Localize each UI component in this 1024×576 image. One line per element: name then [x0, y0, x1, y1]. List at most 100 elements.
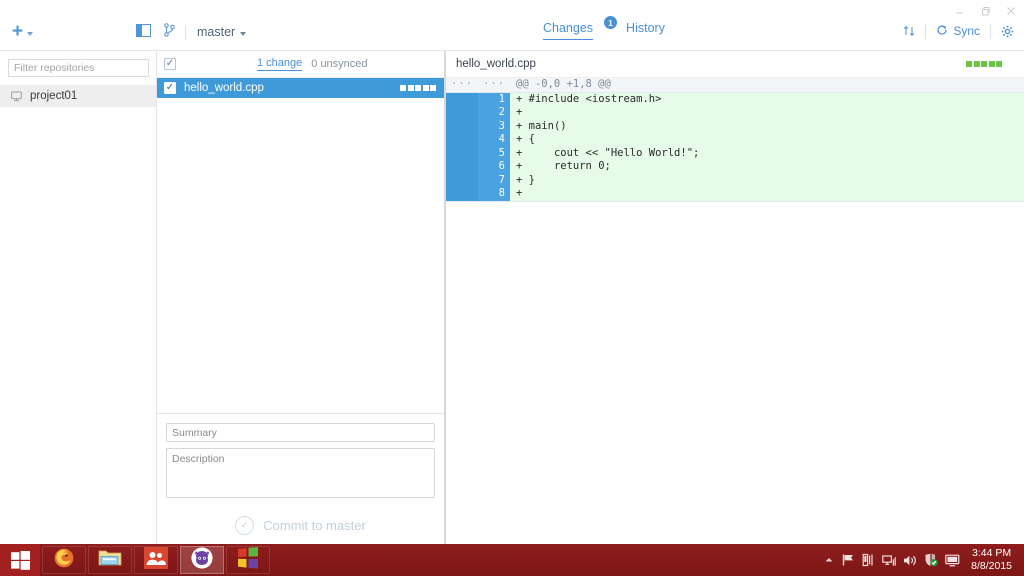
changes-count-label[interactable]: 1 change [257, 57, 303, 71]
taskbar-item-github-desktop[interactable] [180, 546, 224, 574]
new-line-number: 6 [478, 160, 510, 174]
diff-line: 4 + { [446, 133, 1024, 147]
tab-changes-label: Changes [543, 21, 594, 35]
security-shield-icon[interactable] [924, 553, 938, 567]
tab-changes[interactable]: Changes [543, 21, 594, 40]
changes-count-badge: 1 [604, 16, 618, 29]
old-line-number [446, 92, 478, 106]
tab-history[interactable]: History [626, 21, 665, 39]
sync-button[interactable]: Sync [936, 24, 980, 39]
diff-line: 5 + cout << "Hello World!"; [446, 146, 1024, 160]
new-line-number: 8 [478, 187, 510, 201]
new-line-number: 5 [478, 146, 510, 160]
select-all-checkbox[interactable]: ✓ [164, 58, 176, 70]
clock-date: 8/8/2015 [971, 560, 1012, 572]
diff-additions-indicator [966, 61, 1002, 67]
branch-name-label: master [197, 25, 236, 39]
taskbar-item-windows-store[interactable] [226, 546, 270, 574]
taskbar-item-firefox[interactable] [42, 546, 86, 574]
windows-start-icon[interactable] [0, 544, 40, 576]
changed-file-row[interactable]: ✓ hello_world.cpp [157, 78, 444, 98]
commit-description-input[interactable] [166, 448, 435, 498]
diff-line: 2 + [446, 106, 1024, 120]
git-branch-icon [164, 22, 175, 42]
new-line-number: 3 [478, 119, 510, 133]
divider [925, 23, 927, 39]
device-icon[interactable] [862, 553, 875, 567]
branch-compare-icon[interactable] [903, 24, 915, 38]
unsynced-count-label: 0 unsynced [311, 58, 368, 70]
commit-button-label: Commit to master [263, 518, 366, 533]
filter-wrapper [0, 51, 156, 77]
diff-line-text: + [510, 106, 1024, 120]
add-repository-button[interactable]: + [12, 22, 34, 41]
diff-line: 7 + } [446, 173, 1024, 187]
diff-line-text: + cout << "Hello World!"; [510, 146, 1024, 160]
sync-icon [936, 24, 948, 39]
file-checkbox[interactable]: ✓ [164, 82, 176, 94]
diff-line-text: + #include <iostream.h> [510, 92, 1024, 106]
repository-icon [11, 91, 22, 102]
diff-line-text: + } [510, 173, 1024, 187]
new-line-number: 4 [478, 133, 510, 147]
diff-line: 3 + main() [446, 119, 1024, 133]
new-line-number: ··· [478, 78, 510, 92]
old-line-number [446, 119, 478, 133]
flag-action-center-icon[interactable] [841, 553, 855, 567]
hunk-range-label: @@ -0,0 +1,8 @@ [510, 78, 1024, 92]
old-line-number [446, 160, 478, 174]
diff-line: 1 + #include <iostream.h> [446, 92, 1024, 106]
firefox-icon [53, 547, 75, 574]
diff-file-header: hello_world.cpp [446, 51, 1024, 78]
show-hidden-icons-icon[interactable] [824, 555, 834, 565]
branch-selector[interactable]: master [164, 22, 247, 42]
check-icon: ✓ [235, 516, 255, 535]
divider [990, 23, 991, 39]
repositories-sidebar: project01 [0, 51, 157, 544]
diff-line-text: + return 0; [510, 160, 1024, 174]
windows-taskbar: 3:44 PM 8/8/2015 [0, 544, 1024, 576]
windows-store-icon [237, 546, 259, 574]
clock-time: 3:44 PM [972, 547, 1012, 559]
diff-line-text: + [510, 187, 1024, 201]
filter-repositories-input[interactable] [8, 59, 149, 77]
new-line-number: 1 [478, 92, 510, 106]
divider [185, 24, 186, 40]
people-icon [144, 546, 168, 574]
new-line-number: 7 [478, 173, 510, 187]
commit-form: ✓ Commit to master [157, 412, 444, 544]
gear-icon[interactable] [1001, 25, 1014, 38]
new-line-number: 2 [478, 106, 510, 120]
changes-panel: ✓ 1 change 0 unsynced ✓ hello_world.cpp … [157, 51, 445, 544]
network-icon[interactable] [882, 554, 896, 567]
file-name-label: hello_world.cpp [184, 82, 264, 94]
old-line-number: ··· [446, 78, 478, 92]
taskbar-clock[interactable]: 3:44 PM 8/8/2015 [971, 547, 1016, 573]
display-icon[interactable] [945, 554, 960, 567]
old-line-number [446, 173, 478, 187]
commit-summary-input[interactable] [166, 423, 435, 442]
changes-header: ✓ 1 change 0 unsynced [157, 51, 444, 78]
old-line-number [446, 106, 478, 120]
sidebar-item-project01[interactable]: project01 [0, 85, 156, 107]
repository-name: project01 [30, 90, 78, 102]
diff-size-indicator [400, 85, 436, 91]
diff-line: 8 + [446, 187, 1024, 202]
diff-line-text: + { [510, 133, 1024, 147]
old-line-number [446, 146, 478, 160]
view-tabs: Changes 1 History [543, 16, 665, 40]
toolbar: + master Changes 1 History Sync [0, 0, 1024, 50]
panel-toggle-icon[interactable] [136, 24, 151, 37]
tab-history-label: History [626, 21, 665, 35]
changes-stats: 1 change 0 unsynced [257, 57, 368, 71]
taskbar-item-people[interactable] [134, 546, 178, 574]
old-line-number [446, 187, 478, 201]
sync-label: Sync [953, 24, 980, 38]
file-explorer-icon [98, 548, 122, 573]
commit-button[interactable]: ✓ Commit to master [166, 516, 435, 535]
volume-icon[interactable] [903, 554, 917, 567]
chevron-down-icon [240, 31, 247, 36]
diff-file-name: hello_world.cpp [456, 58, 536, 70]
chevron-down-icon [27, 31, 34, 36]
taskbar-item-file-explorer[interactable] [88, 546, 132, 574]
